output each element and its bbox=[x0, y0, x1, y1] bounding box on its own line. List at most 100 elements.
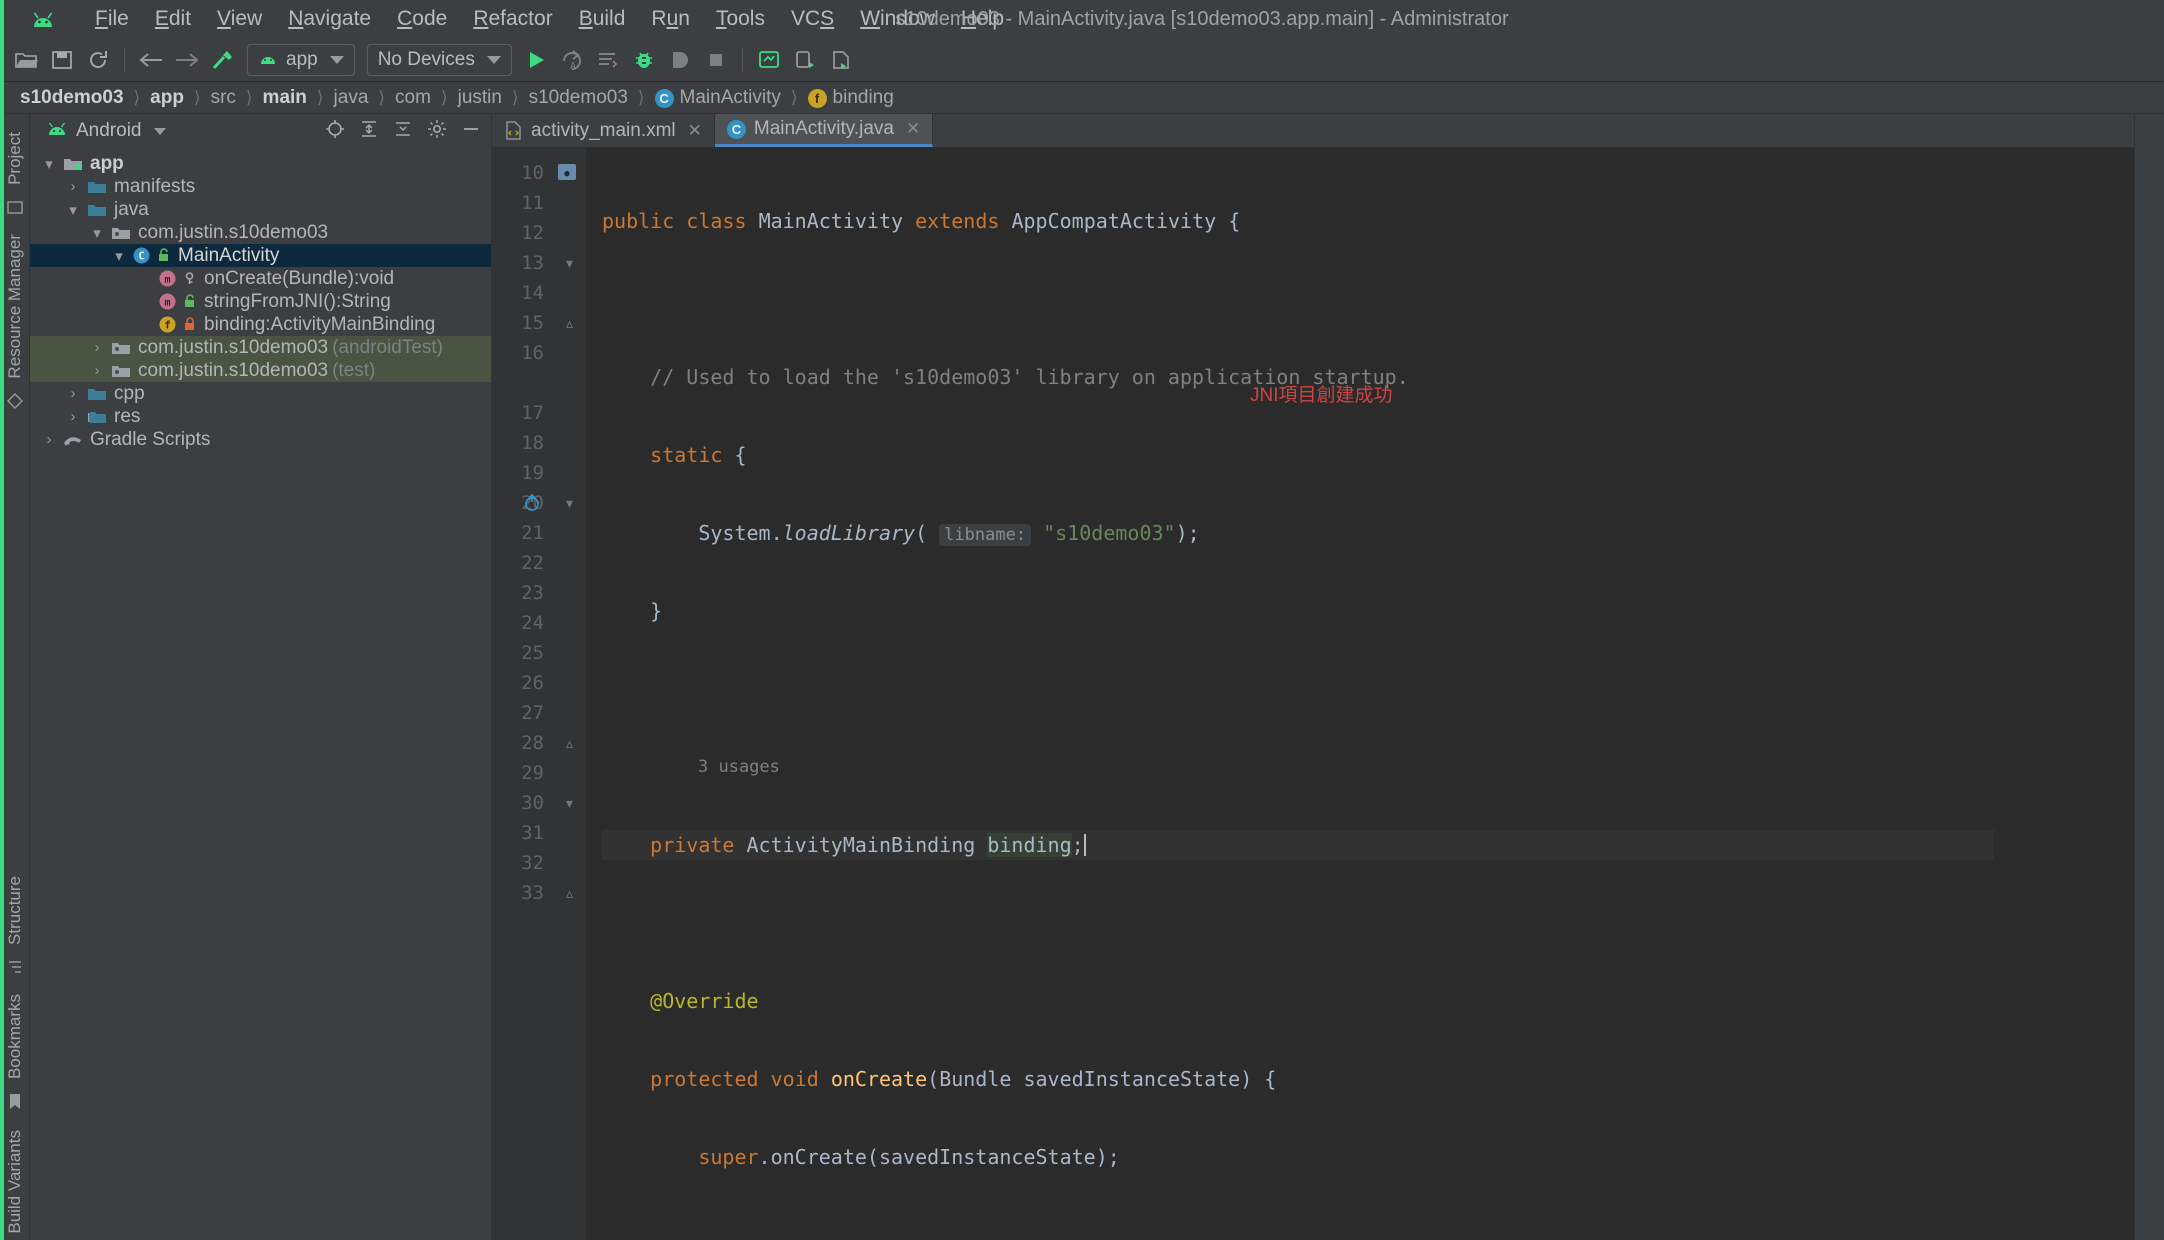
chevron-down-icon[interactable]: ▾ bbox=[62, 201, 84, 219]
menu-vcs[interactable]: VCS bbox=[778, 5, 847, 33]
tree-row-gradle-scripts[interactable]: › Gradle Scripts bbox=[30, 428, 491, 451]
tree-row-test[interactable]: › com.justin.s10demo03 (test) bbox=[30, 359, 491, 382]
menu-file[interactable]: File bbox=[82, 5, 142, 33]
chevron-right-icon[interactable]: › bbox=[86, 362, 108, 379]
select-opened-file-icon[interactable] bbox=[325, 119, 345, 144]
profile-icon[interactable] bbox=[662, 44, 698, 76]
project-tree[interactable]: ▾ app › manifests ▾ java ▾ com.justin.s1… bbox=[30, 148, 491, 1240]
code-line-21[interactable]: super.onCreate(savedInstanceState); bbox=[602, 1142, 2134, 1172]
override-method-icon[interactable] bbox=[522, 493, 542, 518]
code-line-17[interactable]: private ActivityMainBinding binding; bbox=[602, 830, 2134, 860]
tool-tab-build-variants[interactable]: Build Variants bbox=[2, 1124, 28, 1240]
breadcrumb-item-2[interactable]: src bbox=[207, 87, 240, 109]
save-all-icon[interactable] bbox=[44, 44, 80, 76]
apply-changes-icon[interactable]: A bbox=[554, 44, 590, 76]
tree-row[interactable]: ▾ app bbox=[30, 152, 491, 175]
chevron-right-icon[interactable]: › bbox=[62, 408, 84, 425]
stop-icon[interactable] bbox=[698, 44, 734, 76]
menu-run[interactable]: Run bbox=[638, 5, 703, 33]
forward-icon[interactable] bbox=[169, 44, 205, 76]
back-icon[interactable] bbox=[133, 44, 169, 76]
chevron-right-icon[interactable]: › bbox=[38, 431, 60, 448]
close-icon[interactable]: ✕ bbox=[906, 119, 920, 139]
sdk-manager-icon[interactable] bbox=[787, 44, 823, 76]
tool-tab-structure[interactable]: Structure bbox=[2, 870, 28, 951]
menu-tools[interactable]: Tools bbox=[703, 5, 778, 33]
menu-code[interactable]: Code bbox=[384, 5, 460, 33]
code-line-14[interactable]: System.loadLibrary( libname: "s10demo03"… bbox=[602, 518, 2134, 548]
run-icon[interactable] bbox=[518, 44, 554, 76]
chevron-down-icon[interactable]: ▾ bbox=[38, 155, 60, 173]
code-line-19[interactable]: @Override bbox=[602, 986, 2134, 1016]
fold-end-icon[interactable]: ▵ bbox=[563, 316, 576, 330]
tool-tab-resource-manager[interactable]: Resource Manager bbox=[2, 228, 28, 385]
code-text[interactable]: public class MainActivity extends AppCom… bbox=[586, 148, 2134, 1240]
device-file-explorer-icon[interactable] bbox=[823, 44, 859, 76]
usages-inlay-hint[interactable]: 3 usages bbox=[602, 752, 2134, 782]
code-line-10[interactable]: public class MainActivity extends AppCom… bbox=[602, 206, 2134, 236]
tree-row[interactable]: › manifests bbox=[30, 175, 491, 198]
breadcrumb-item-7[interactable]: s10demo03 bbox=[525, 87, 632, 109]
fold-line[interactable]: ▵ bbox=[554, 728, 586, 758]
menu-build[interactable]: Build bbox=[566, 5, 639, 33]
hide-panel-icon[interactable] bbox=[461, 119, 481, 144]
open-project-icon[interactable] bbox=[8, 44, 44, 76]
tool-tab-bookmarks[interactable]: Bookmarks bbox=[2, 988, 28, 1085]
close-icon[interactable]: ✕ bbox=[688, 121, 702, 141]
avd-manager-icon[interactable] bbox=[751, 44, 787, 76]
device-selector-combo[interactable]: No Devices bbox=[366, 43, 512, 76]
fold-line[interactable]: ▵ bbox=[554, 308, 586, 338]
sync-project-icon[interactable] bbox=[80, 44, 116, 76]
tree-row[interactable]: m onCreate(Bundle):void bbox=[30, 267, 491, 290]
fold-start-icon[interactable]: ▾ bbox=[563, 256, 576, 270]
code-line-18[interactable] bbox=[602, 908, 2134, 938]
tree-row[interactable]: ▾ com.justin.s10demo03 bbox=[30, 221, 491, 244]
menu-window[interactable]: Window bbox=[847, 5, 948, 33]
code-line-13[interactable]: static { bbox=[602, 440, 2134, 470]
debug-icon[interactable] bbox=[626, 44, 662, 76]
settings-gear-icon[interactable] bbox=[427, 119, 447, 144]
tree-row-res[interactable]: › res bbox=[30, 405, 491, 428]
menu-view[interactable]: View bbox=[204, 5, 275, 33]
fold-line[interactable]: ▵ bbox=[554, 878, 586, 908]
layout-editor-icon[interactable] bbox=[6, 392, 23, 414]
chevron-right-icon[interactable]: › bbox=[62, 178, 84, 195]
chevron-down-icon[interactable]: ▾ bbox=[86, 224, 108, 242]
menu-refactor[interactable]: Refactor bbox=[460, 5, 565, 33]
code-line-15[interactable]: } bbox=[602, 596, 2134, 626]
breadcrumb-item-1[interactable]: app bbox=[146, 87, 188, 109]
tool-tab-project[interactable]: Project bbox=[2, 126, 28, 191]
menu-navigate[interactable]: Navigate bbox=[275, 5, 384, 33]
breadcrumb-item-9[interactable]: f binding bbox=[804, 87, 898, 109]
fold-start-icon[interactable]: ▾ bbox=[563, 796, 576, 810]
fold-line[interactable]: ▾ bbox=[554, 788, 586, 818]
fold-end-icon[interactable]: ▵ bbox=[563, 886, 576, 900]
tree-row[interactable]: f binding:ActivityMainBinding bbox=[30, 313, 491, 336]
breadcrumb-item-6[interactable]: justin bbox=[454, 87, 506, 109]
tree-row[interactable]: m stringFromJNI():String bbox=[30, 290, 491, 313]
tree-row-main-activity[interactable]: ▾ C MainActivity bbox=[30, 244, 491, 267]
collapse-all-icon[interactable] bbox=[393, 119, 413, 144]
breadcrumb-item-4[interactable]: java bbox=[330, 87, 373, 109]
menu-help[interactable]: Help bbox=[948, 5, 1017, 33]
fold-start-icon[interactable]: ▾ bbox=[563, 496, 576, 510]
code-line-11[interactable] bbox=[602, 284, 2134, 314]
chevron-right-icon[interactable]: › bbox=[86, 339, 108, 356]
expand-all-icon[interactable] bbox=[359, 119, 379, 144]
structure-icon[interactable] bbox=[7, 959, 23, 980]
editor-tab-activity-main-xml[interactable]: activity_main.xml ✕ bbox=[492, 114, 715, 147]
breadcrumb-item-0[interactable]: s10demo03 bbox=[16, 87, 128, 109]
code-line-22[interactable] bbox=[602, 1220, 2134, 1240]
code-folding-gutter[interactable]: ● ▾ ▵ ▾ ▵ ▾ ▵ bbox=[525, 148, 586, 1240]
tree-row-cpp[interactable]: › cpp bbox=[30, 382, 491, 405]
chevron-down-icon[interactable] bbox=[153, 127, 166, 135]
code-line-20[interactable]: protected void onCreate(Bundle savedInst… bbox=[602, 1064, 2134, 1094]
fold-line[interactable]: ▾ bbox=[554, 248, 586, 278]
chevron-down-icon[interactable]: ▾ bbox=[108, 247, 130, 265]
fold-line[interactable]: ▾ bbox=[525, 488, 586, 518]
project-view-selector[interactable]: Android bbox=[76, 120, 142, 142]
breadcrumb-item-3[interactable]: main bbox=[259, 87, 311, 109]
fold-end-icon[interactable]: ▵ bbox=[563, 736, 576, 750]
breadcrumb-item-8[interactable]: C MainActivity bbox=[651, 87, 785, 109]
code-editor[interactable]: 10 11 12 13 14 15 16 17 18 19 20 21 22 2… bbox=[492, 148, 2134, 1240]
